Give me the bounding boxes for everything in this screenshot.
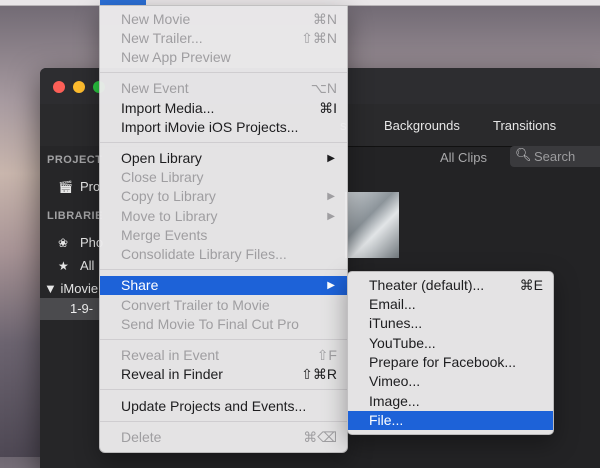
menu-item-share-file[interactable]: File... (348, 411, 553, 430)
menu-item-shortcut: ⇧⌘N (301, 30, 337, 46)
menu-item-delete[interactable]: Delete ⌘⌫ (100, 428, 347, 447)
sidebar-item-selected-event[interactable]: 1-9- (40, 298, 100, 320)
tab-backgrounds[interactable]: Backgrounds (384, 118, 460, 133)
menu-item-label: New Trailer... (121, 30, 203, 46)
menu-item-share-youtube[interactable]: YouTube... (348, 334, 553, 353)
menu-separator (100, 421, 347, 422)
menu-item-reveal-in-event[interactable]: Reveal in Event ⇧F (100, 346, 347, 365)
menu-item-share-theater[interactable]: Theater (default)... ⌘E (348, 276, 553, 295)
menu-item-import-ios-projects[interactable]: Import iMovie iOS Projects... (100, 118, 347, 137)
menu-item-share-itunes[interactable]: iTunes... (348, 314, 553, 333)
menu-separator (100, 72, 347, 73)
projects-header: PROJECT (47, 154, 103, 166)
disclosure-triangle-icon[interactable]: ▼ (44, 281, 57, 296)
menu-item-convert-trailer[interactable]: Convert Trailer to Movie (100, 296, 347, 315)
menu-item-import-media[interactable]: Import Media... ⌘I (100, 99, 347, 118)
submenu-arrow-icon: ▶ (327, 211, 335, 222)
menu-item-shortcut: ⌘I (319, 100, 337, 116)
search-icon: 🔍︎ (515, 147, 532, 162)
sidebar-item-all[interactable]: ★ All (58, 258, 94, 273)
search-placeholder: Search (534, 149, 576, 164)
menu-item-new-event[interactable]: New Event ⌥N (100, 79, 347, 98)
clip-filter-dropdown[interactable]: All Clips (440, 150, 487, 165)
menu-item-merge-events[interactable]: Merge Events (100, 226, 347, 245)
close-window-button[interactable] (53, 81, 65, 93)
menu-item-label: Send Movie To Final Cut Pro (121, 316, 299, 332)
menu-item-label: Reveal in Finder (121, 366, 223, 382)
menu-item-share[interactable]: Share ▶ (100, 276, 347, 295)
menu-item-label: Update Projects and Events... (121, 398, 307, 414)
menu-item-shortcut: ⇧⌘R (301, 366, 337, 382)
tab-transitions[interactable]: Transitions (493, 118, 556, 133)
menu-item-share-image[interactable]: Image... (348, 392, 553, 411)
menu-item-label: iTunes... (369, 315, 423, 331)
submenu-arrow-icon: ▶ (327, 280, 335, 291)
menu-item-label: New Event (121, 80, 189, 96)
menu-item-label: Import iMovie iOS Projects... (121, 119, 299, 135)
menu-item-shortcut: ⌘⌫ (303, 429, 337, 445)
menu-item-label: Image... (369, 393, 420, 409)
menu-item-share-email[interactable]: Email... (348, 295, 553, 314)
menu-item-label: Theater (default)... (369, 277, 485, 293)
clapperboard-icon: 🎬︎ (58, 180, 74, 194)
menu-separator (100, 142, 347, 143)
menu-item-shortcut: ⌥N (310, 80, 337, 96)
menu-item-copy-to-library[interactable]: Copy to Library ▶ (100, 187, 347, 206)
menu-item-shortcut: ⌘E (519, 277, 543, 293)
menu-item-shortcut: ⇧F (316, 347, 337, 363)
menu-item-share-vimeo[interactable]: Vimeo... (348, 372, 553, 391)
menu-item-label: Close Library (121, 169, 204, 185)
menu-item-new-movie[interactable]: New Movie ⌘N (100, 10, 347, 29)
menu-item-label: Vimeo... (369, 373, 421, 389)
menu-item-new-app-preview[interactable]: New App Preview (100, 48, 347, 67)
menu-item-label: YouTube... (369, 335, 436, 351)
sidebar-item-label: 1-9- (70, 301, 94, 316)
menu-item-shortcut: ⌘N (312, 11, 337, 27)
menu-item-label: Email... (369, 296, 416, 312)
sidebar-item-photos[interactable]: ❀ Pho (58, 235, 103, 250)
menu-item-move-to-library[interactable]: Move to Library ▶ (100, 207, 347, 226)
libraries-header: LIBRARIE (47, 210, 103, 222)
menu-item-send-to-final-cut[interactable]: Send Movie To Final Cut Pro (100, 315, 347, 334)
sidebar-item-label: Pro (80, 179, 101, 194)
menu-item-consolidate-library[interactable]: Consolidate Library Files... (100, 245, 347, 264)
sidebar-item-label: All (80, 258, 95, 273)
menu-item-label: Reveal in Event (121, 347, 220, 363)
menu-item-label: Convert Trailer to Movie (121, 297, 270, 313)
menu-item-label: New App Preview (121, 49, 231, 65)
libraries-sidebar: PROJECT 🎬︎ Pro LIBRARIE ❀ Pho ★ All ▼ iMovi… (40, 146, 103, 468)
menu-item-update-projects[interactable]: Update Projects and Events... (100, 397, 347, 416)
menu-item-label: Share (121, 277, 159, 293)
sidebar-item-imovie-library[interactable]: ▼ iMovie (44, 281, 98, 296)
menu-item-label: File... (369, 412, 404, 428)
search-field[interactable]: 🔍︎ Search (510, 146, 600, 167)
submenu-arrow-icon: ▶ (327, 153, 335, 164)
menu-separator (100, 389, 347, 390)
menu-item-label: Move to Library (121, 208, 218, 224)
menu-item-reveal-in-finder[interactable]: Reveal in Finder ⇧⌘R (100, 365, 347, 384)
star-icon: ★ (58, 259, 69, 273)
sidebar-item-label: iMovie (60, 281, 99, 296)
menu-separator (100, 339, 347, 340)
sidebar-item-projects[interactable]: 🎬︎ Pro (58, 179, 100, 194)
menu-item-label: Delete (121, 429, 162, 445)
photos-flower-icon: ❀ (58, 236, 69, 250)
menu-item-label: New Movie (121, 11, 191, 27)
menu-item-label: Prepare for Facebook... (369, 354, 517, 370)
file-menu: New Movie ⌘N New Trailer... ⇧⌘N New App Pr… (99, 5, 348, 453)
share-submenu: Theater (default)... ⌘E Email... iTunes..… (347, 271, 554, 435)
minimize-window-button[interactable] (73, 81, 85, 93)
menu-item-open-library[interactable]: Open Library ▶ (100, 149, 347, 168)
menu-item-new-trailer[interactable]: New Trailer... ⇧⌘N (100, 29, 347, 48)
menu-item-label: Consolidate Library Files... (121, 246, 287, 262)
submenu-arrow-icon: ▶ (327, 191, 335, 202)
menu-item-label: Open Library (121, 150, 202, 166)
clip-thumbnail[interactable] (345, 192, 399, 258)
menu-item-label: Copy to Library (121, 188, 216, 204)
menu-separator (100, 269, 347, 270)
menu-item-label: Import Media... (121, 100, 215, 116)
menu-item-label: Merge Events (121, 227, 208, 243)
menu-item-close-library[interactable]: Close Library (100, 168, 347, 187)
menu-item-share-facebook[interactable]: Prepare for Facebook... (348, 353, 553, 372)
